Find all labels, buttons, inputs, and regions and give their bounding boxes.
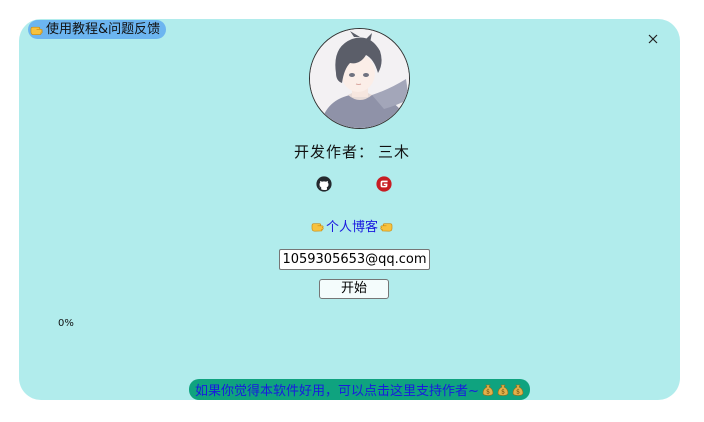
blog-label: 个人博客 — [325, 220, 378, 235]
pointing-hand-icon — [30, 26, 43, 35]
help-feedback-label: 使用教程&问题反馈 — [46, 22, 161, 37]
help-feedback-link[interactable]: 使用教程&问题反馈 — [28, 20, 167, 39]
avatar-illustration — [310, 29, 409, 128]
support-author-link[interactable]: 如果你觉得本软件好用，可以点击这里支持作者~ $ $ $ — [189, 379, 530, 400]
email-field[interactable] — [279, 249, 430, 270]
author-name: 三木 — [378, 143, 411, 161]
author-avatar — [309, 28, 410, 129]
author-label: 开发作者： — [293, 143, 374, 161]
github-link[interactable] — [316, 176, 332, 192]
support-label: 如果你觉得本软件好用，可以点击这里支持作者~ — [195, 384, 479, 399]
progress-percent: 0% — [58, 318, 74, 329]
github-icon — [316, 176, 332, 192]
gitee-link[interactable] — [376, 176, 392, 192]
pointing-left-hand-icon — [380, 223, 393, 232]
money-bag-icon: $ — [482, 384, 494, 396]
gitee-icon — [376, 176, 392, 192]
start-button[interactable]: 开始 — [319, 279, 389, 299]
pointing-right-hand-icon — [311, 223, 324, 232]
money-bag-icon: $ — [512, 384, 524, 396]
close-icon — [648, 34, 658, 44]
money-bag-icon: $ — [497, 384, 509, 396]
author-credit: 开发作者： 三木 — [0, 141, 704, 162]
personal-blog-link[interactable]: 个人博客 — [0, 216, 704, 235]
close-button[interactable] — [645, 31, 661, 47]
svg-text:$: $ — [486, 389, 490, 396]
svg-text:$: $ — [516, 389, 520, 396]
svg-text:$: $ — [501, 389, 505, 396]
